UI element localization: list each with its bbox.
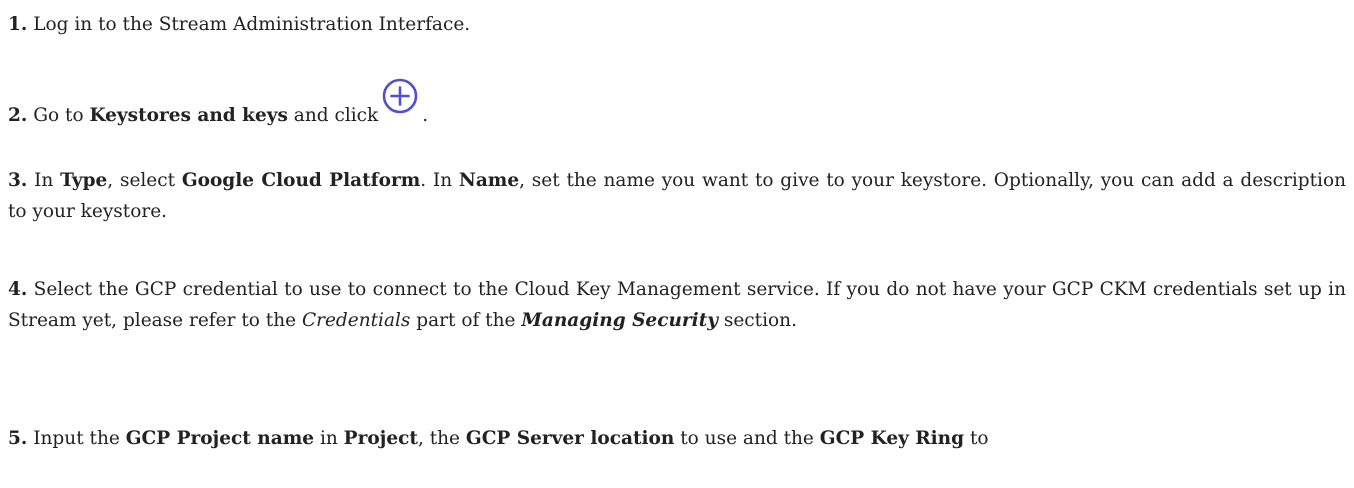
option-google-cloud-platform: Google Cloud Platform xyxy=(181,170,421,191)
step-text: Input the xyxy=(27,428,126,449)
step-text: to xyxy=(964,428,989,449)
step-3: 3. In Type, select Google Cloud Platform… xyxy=(8,165,1346,227)
step-number: 4. xyxy=(8,279,28,300)
credentials-reference: Credentials xyxy=(301,310,411,331)
step-text: . In xyxy=(420,170,459,191)
field-project-label: Project xyxy=(343,428,418,449)
field-name-label: Name xyxy=(458,170,520,191)
gcp-key-ring-term: GCP Key Ring xyxy=(819,428,965,449)
managing-security-reference: Managing Security xyxy=(521,310,718,331)
step-1: 1. Log in to the Stream Administration I… xyxy=(8,9,1346,40)
step-text: section. xyxy=(717,310,797,331)
step-text: in xyxy=(314,428,344,449)
step-text: Go to xyxy=(27,105,90,126)
step-text: Log in to the Stream Administration Inte… xyxy=(27,14,471,35)
step-number: 5. xyxy=(8,428,28,449)
gcp-server-location-term: GCP Server location xyxy=(465,428,675,449)
step-text: . xyxy=(422,105,429,126)
step-2: 2. Go to Keystores and keys and click. xyxy=(8,78,1346,131)
step-text: , select xyxy=(107,170,182,191)
menu-keystores-and-keys: Keystores and keys xyxy=(89,105,288,126)
step-5: 5. Input the GCP Project name in Project… xyxy=(8,423,1346,454)
step-4: 4. Select the GCP credential to use to c… xyxy=(8,274,1346,336)
gcp-project-name-term: GCP Project name xyxy=(125,428,315,449)
step-text: , the xyxy=(417,428,466,449)
step-text: In xyxy=(27,170,61,191)
plus-circle-icon xyxy=(382,78,418,114)
step-number: 1. xyxy=(8,14,28,35)
step-number: 3. xyxy=(8,170,28,191)
step-text: to use and the xyxy=(674,428,820,449)
step-number: 2. xyxy=(8,105,28,126)
step-text: part of the xyxy=(410,310,522,331)
step-text: and click xyxy=(287,105,379,126)
field-type-label: Type xyxy=(60,170,108,191)
